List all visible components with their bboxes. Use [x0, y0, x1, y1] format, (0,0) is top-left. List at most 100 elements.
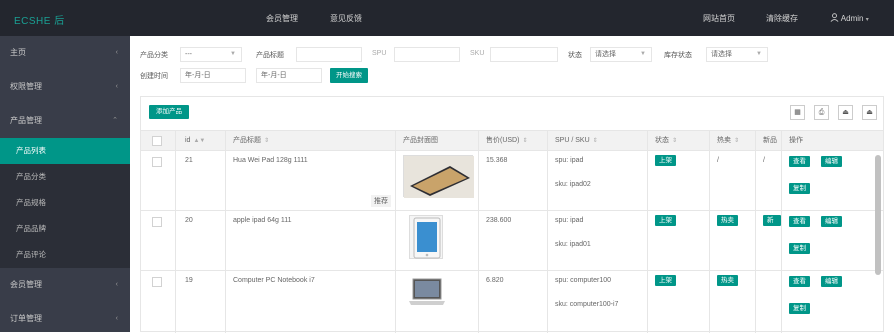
- product-table: 添加产品 ▦ ⎙ ⏏ ⏏ id ▲▼ 产品标题 ⇕ 产品封面图 售价(USD) ⇕ S…: [140, 96, 884, 333]
- export-icon[interactable]: ⏏: [838, 105, 853, 120]
- nav-website-home[interactable]: 网站首页: [703, 13, 735, 24]
- search-button[interactable]: 开始搜索: [330, 68, 368, 83]
- status-select[interactable]: 请选择 ▼: [590, 47, 652, 62]
- admin-menu[interactable]: Admin ▾: [830, 13, 880, 23]
- sidebar-item-orders[interactable]: 订单管理 ‹: [0, 302, 130, 332]
- sidebar-item-home[interactable]: 主页 ‹: [0, 36, 130, 70]
- row-price: 15.368: [486, 157, 508, 164]
- category-value: ---: [185, 51, 192, 58]
- row-id: 21: [185, 157, 193, 164]
- sort-icon: ⇕: [734, 138, 740, 144]
- user-icon: [830, 13, 841, 23]
- hot-badge: 热卖: [717, 275, 738, 286]
- row-checkbox[interactable]: [152, 157, 162, 167]
- import-icon[interactable]: ⏏: [862, 105, 877, 120]
- spu-input[interactable]: [394, 47, 460, 62]
- product-thumbnail[interactable]: [407, 275, 447, 311]
- sidebar-sub-product-brand[interactable]: 产品品牌: [0, 216, 130, 242]
- sku-input[interactable]: [490, 47, 558, 62]
- stock-select[interactable]: 请选择 ▼: [706, 47, 768, 62]
- chevron-left-icon: ‹: [115, 49, 118, 56]
- status-label: 状态: [568, 52, 582, 59]
- row-spu: spu: ipad: [555, 157, 584, 164]
- sidebar-item-members[interactable]: 会员管理 ‹: [0, 268, 130, 302]
- app-logo[interactable]: ECSHE 后: [14, 12, 65, 27]
- table-row: 19 Computer PC Notebook i7 6.820 spu: co…: [141, 271, 883, 333]
- row-title: Computer PC Notebook i7: [233, 277, 315, 284]
- product-thumbnail[interactable]: [403, 155, 474, 198]
- add-product-button[interactable]: 添加产品: [149, 105, 189, 119]
- sort-icon: ⇕: [672, 138, 678, 144]
- title-label: 产品标题: [256, 52, 284, 59]
- th-hot-label: 热卖: [717, 137, 731, 144]
- sidebar-item-products[interactable]: 产品管理 ⌃: [0, 104, 130, 138]
- copy-button[interactable]: 复制: [789, 303, 810, 314]
- chevron-down-icon: ▼: [756, 51, 762, 57]
- chevron-left-icon: ‹: [115, 315, 118, 322]
- table-scrollbar[interactable]: [875, 155, 881, 275]
- th-title[interactable]: 产品标题 ⇕: [233, 131, 269, 151]
- new-badge: 新品: [763, 215, 781, 226]
- sort-icon: ▲▼: [193, 138, 206, 144]
- columns-icon[interactable]: ▦: [790, 105, 805, 120]
- category-select[interactable]: --- ▼: [180, 47, 242, 62]
- th-hot[interactable]: 热卖 ⇕: [717, 131, 739, 151]
- nav-feedback[interactable]: 意见反馈: [330, 13, 362, 24]
- th-cover: 产品封面图: [403, 137, 438, 144]
- sort-icon: ⇕: [592, 138, 598, 144]
- status-badge: 上架: [655, 275, 676, 286]
- status-badge: 上架: [655, 215, 676, 226]
- laptop-image-icon: [409, 278, 445, 305]
- sidebar-sub-product-list[interactable]: 产品列表: [0, 138, 130, 164]
- nav-clear-cache[interactable]: 清除缓存: [766, 13, 798, 24]
- date-to-input[interactable]: 年-月-日: [256, 68, 322, 83]
- select-all-checkbox[interactable]: [152, 136, 162, 146]
- chevron-down-icon: ▼: [230, 51, 236, 57]
- hot-badge: 热卖: [717, 215, 738, 226]
- chevron-left-icon: ‹: [115, 281, 118, 288]
- stock-value: 请选择: [711, 51, 732, 58]
- tablet-image-icon: [404, 156, 474, 198]
- view-button[interactable]: 查看: [789, 276, 810, 287]
- edit-button[interactable]: 编辑: [821, 276, 842, 287]
- edit-button[interactable]: 编辑: [821, 216, 842, 227]
- table-row: 21 Hua Wei Pad 128g 1111 推荐 15.368 spu: …: [141, 151, 883, 211]
- th-spu-sku-label: SPU / SKU: [555, 137, 590, 144]
- th-status[interactable]: 状态 ⇕: [655, 131, 677, 151]
- edit-button[interactable]: 编辑: [821, 156, 842, 167]
- th-id[interactable]: id ▲▼: [185, 131, 205, 151]
- date-from-input[interactable]: 年-月-日: [180, 68, 246, 83]
- view-button[interactable]: 查看: [789, 156, 810, 167]
- sidebar-sub-product-review[interactable]: 产品评论: [0, 242, 130, 268]
- sidebar-sub-product-category[interactable]: 产品分类: [0, 164, 130, 190]
- copy-button[interactable]: 复制: [789, 183, 810, 194]
- th-status-label: 状态: [655, 137, 669, 144]
- row-hot: /: [717, 157, 719, 164]
- th-actions: 操作: [789, 137, 803, 144]
- chevron-up-icon: ⌃: [112, 117, 118, 124]
- th-price[interactable]: 售价(USD) ⇕: [486, 131, 527, 151]
- sidebar-item-permissions[interactable]: 权限管理 ‹: [0, 70, 130, 104]
- sidebar-sub-product-spec[interactable]: 产品规格: [0, 190, 130, 216]
- title-input[interactable]: [296, 47, 362, 62]
- sku-label: SKU: [470, 50, 485, 57]
- admin-label: Admin: [840, 14, 864, 23]
- product-thumbnail[interactable]: [409, 215, 443, 259]
- nav-member-management[interactable]: 会员管理: [266, 13, 298, 24]
- sidebar-item-label: 权限管理: [10, 82, 42, 91]
- sort-icon: ⇕: [522, 138, 528, 144]
- th-spu-sku[interactable]: SPU / SKU ⇕: [555, 131, 598, 151]
- view-button[interactable]: 查看: [789, 216, 810, 227]
- sidebar-item-label: 会员管理: [10, 280, 42, 289]
- copy-button[interactable]: 复制: [789, 243, 810, 254]
- stock-label: 库存状态: [664, 52, 692, 59]
- row-id: 20: [185, 217, 193, 224]
- top-bar: ECSHE 后 会员管理 意见反馈 网站首页 清除缓存 Admin ▾: [0, 0, 894, 36]
- status-badge: 上架: [655, 155, 676, 166]
- sort-icon: ⇕: [264, 138, 270, 144]
- row-checkbox[interactable]: [152, 217, 162, 227]
- row-title: Hua Wei Pad 128g 1111: [233, 157, 308, 164]
- row-checkbox[interactable]: [152, 277, 162, 287]
- print-icon[interactable]: ⎙: [814, 105, 829, 120]
- main-content: 产品分类 --- ▼ 产品标题 SPU SKU 状态 请选择 ▼ 库存状态 请选择 ▼…: [130, 36, 894, 333]
